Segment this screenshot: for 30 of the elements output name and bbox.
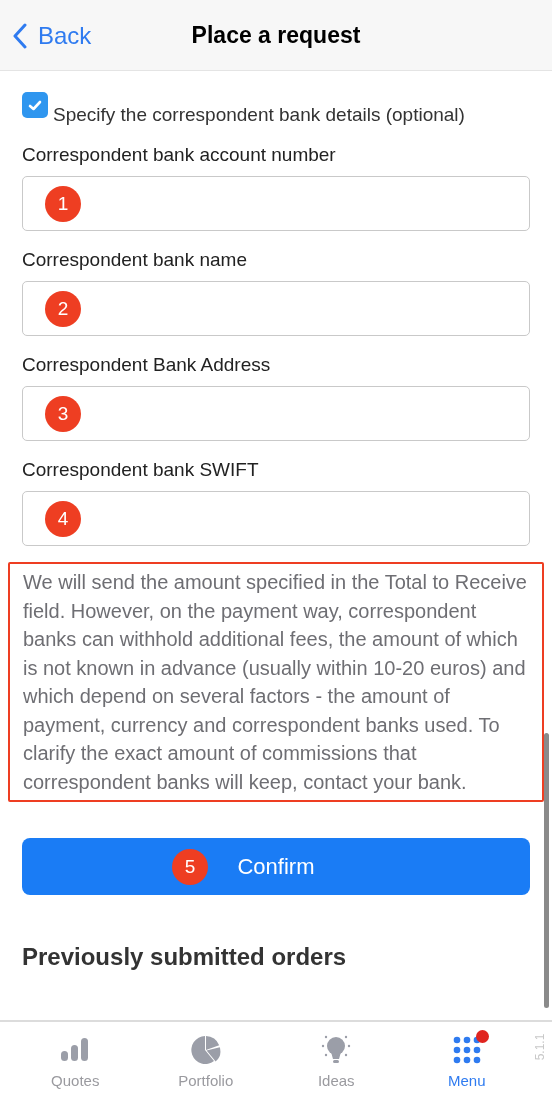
tab[interactable]: Ideas: [271, 1022, 402, 1097]
number-marker: 1: [45, 185, 81, 222]
tab[interactable]: Quotes: [10, 1022, 141, 1097]
checkbox[interactable]: [22, 92, 48, 118]
checkbox-label: Specify the correspondent bank details (optional): [53, 104, 465, 126]
note-text: We will send the amount specified in the Total to Receive field. However, on the payment way, correspondent banks can withhold additional fees, the amount of which is not known in advance (usually within 10-20 euros) and which depend on several factors - the amount of payment, currency and correspondent banks used. To clarify the exact amount of commissions that correspondent banks will keep, contact your bank.: [8, 562, 544, 802]
back-icon: [12, 23, 28, 49]
tab[interactable]: Portfolio: [140, 1022, 271, 1097]
section-title: Previously submitted orders: [22, 943, 347, 970]
number-marker: 4: [45, 500, 81, 537]
confirm-button[interactable]: 5 Confirm: [22, 838, 530, 895]
grid-dots-icon: [452, 1036, 481, 1064]
check-icon: [28, 99, 42, 111]
page-title: Place a request: [191, 21, 361, 49]
back-button[interactable]: Back: [12, 22, 92, 50]
field-label: Correspondent Bank Address: [22, 354, 272, 376]
pie-chart-icon: [190, 1035, 221, 1065]
input-field[interactable]: 4: [22, 491, 530, 546]
input-field[interactable]: 2: [22, 281, 530, 336]
number-marker: 3: [45, 395, 81, 432]
input-field[interactable]: 1: [22, 176, 530, 231]
field-label: Correspondent bank name: [22, 249, 248, 271]
input-field[interactable]: 3: [22, 386, 530, 441]
number-marker: 5: [172, 848, 208, 885]
field-label: Correspondent bank account number: [22, 144, 337, 166]
tab[interactable]: Menu: [401, 1022, 532, 1097]
field-label: Correspondent bank SWIFT: [22, 459, 260, 481]
bar-chart-icon: [60, 1037, 91, 1063]
lightbulb-icon: [320, 1034, 353, 1066]
number-marker: 2: [45, 290, 81, 327]
